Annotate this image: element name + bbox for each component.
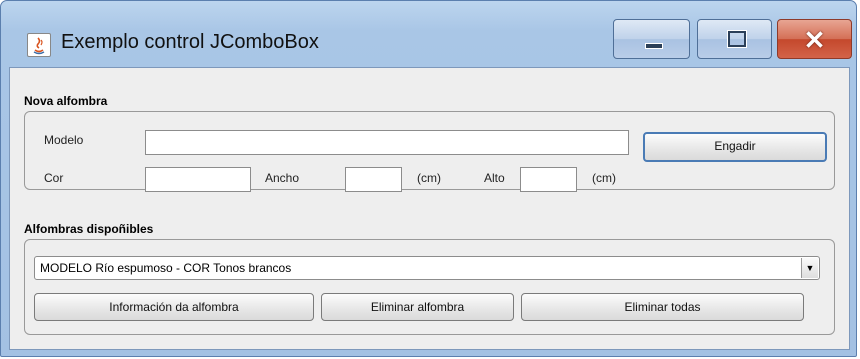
height-input[interactable] xyxy=(520,167,577,192)
model-label: Modelo xyxy=(44,133,84,147)
maximize-icon xyxy=(728,31,746,47)
carpet-info-button[interactable]: Información da alfombra xyxy=(34,293,314,321)
available-carpets-section-title: Alfombras dispoñibles xyxy=(24,222,154,236)
carpets-combobox[interactable]: MODELO Río espumoso - COR Tonos brancos … xyxy=(34,256,820,280)
content-pane: Nova alfombra Modelo Cor Ancho (cm) Alto… xyxy=(9,67,850,350)
remove-carpet-button[interactable]: Eliminar alfombra xyxy=(321,293,514,321)
maximize-button[interactable] xyxy=(697,19,772,59)
remove-all-button[interactable]: Eliminar todas xyxy=(521,293,804,321)
height-label: Alto xyxy=(484,171,505,185)
close-button[interactable]: ✕ xyxy=(777,19,852,59)
add-button[interactable]: Engadir xyxy=(643,132,827,162)
color-input[interactable] xyxy=(145,167,251,192)
app-window: Exemplo control JComboBox ✕ Nova alfombr… xyxy=(0,0,857,357)
window-title: Exemplo control JComboBox xyxy=(61,31,319,53)
chevron-down-icon[interactable]: ▼ xyxy=(801,258,818,278)
available-carpets-panel: MODELO Río espumoso - COR Tonos brancos … xyxy=(24,239,835,335)
width-input[interactable] xyxy=(345,167,402,192)
new-carpet-section-title: Nova alfombra xyxy=(24,94,108,108)
title-bar[interactable]: Exemplo control JComboBox ✕ xyxy=(1,1,856,67)
combobox-selected-value: MODELO Río espumoso - COR Tonos brancos xyxy=(40,261,292,275)
width-label: Ancho xyxy=(265,171,300,185)
close-icon: ✕ xyxy=(803,25,826,55)
height-unit-label: (cm) xyxy=(592,171,616,185)
minimize-icon xyxy=(645,43,663,49)
minimize-button[interactable] xyxy=(613,19,690,59)
new-carpet-panel: Modelo Cor Ancho (cm) Alto (cm) Engadir xyxy=(24,111,835,192)
color-label: Cor xyxy=(44,171,64,185)
model-input[interactable] xyxy=(145,130,629,155)
width-unit-label: (cm) xyxy=(417,171,441,185)
java-icon xyxy=(27,33,51,57)
